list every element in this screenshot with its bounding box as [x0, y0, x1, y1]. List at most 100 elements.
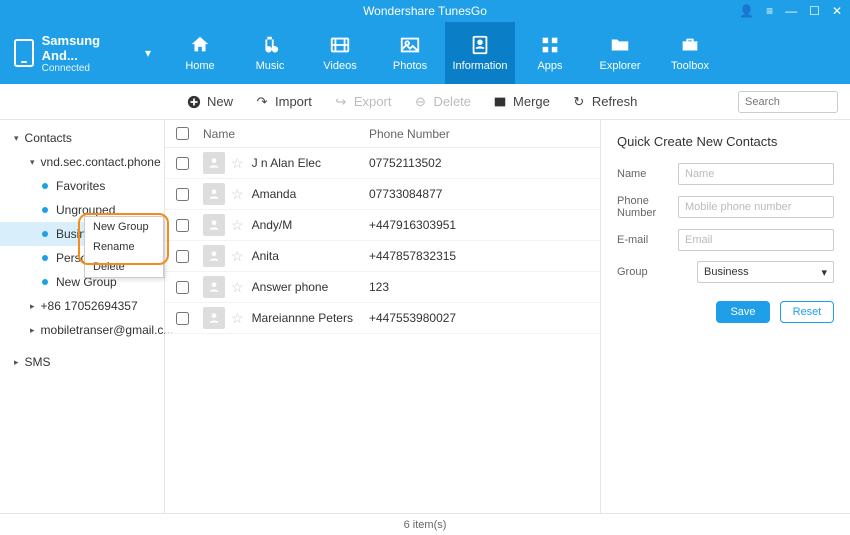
- star-icon[interactable]: ☆: [231, 248, 244, 265]
- star-icon[interactable]: ☆: [231, 155, 244, 172]
- col-phone-header[interactable]: Phone Number: [369, 127, 600, 141]
- group-value: Business: [704, 266, 749, 278]
- row-checkbox[interactable]: [176, 219, 189, 232]
- tab-home[interactable]: Home: [165, 22, 235, 84]
- phone-icon: [14, 39, 34, 67]
- ctx-delete[interactable]: Delete: [85, 257, 163, 277]
- delete-button[interactable]: ⊖ Delete: [413, 94, 471, 109]
- import-button[interactable]: ↷Import: [255, 94, 312, 109]
- refresh-icon: ↻: [572, 95, 586, 109]
- maximize-icon[interactable]: ☐: [809, 4, 820, 18]
- chevron-right-icon: ▸: [30, 301, 35, 312]
- avatar-icon: [203, 245, 225, 267]
- export-button[interactable]: ↪Export: [334, 94, 392, 109]
- select-all-checkbox[interactable]: [176, 127, 189, 140]
- row-checkbox[interactable]: [176, 188, 189, 201]
- sidebar-label: +86 17052694357: [41, 299, 138, 313]
- phone-field[interactable]: [678, 196, 834, 218]
- star-icon[interactable]: ☆: [231, 279, 244, 296]
- avatar-icon: [203, 183, 225, 205]
- tool-label: Refresh: [592, 94, 638, 109]
- user-icon[interactable]: 👤: [739, 4, 754, 18]
- table-row[interactable]: ☆ Mareiannne Peters +447553980027: [165, 303, 600, 334]
- header: Samsung And... Connected ▾ Home Music Vi…: [0, 22, 850, 84]
- tab-label: Apps: [537, 60, 562, 72]
- avatar-icon: [203, 276, 225, 298]
- import-icon: ↷: [255, 95, 269, 109]
- device-selector[interactable]: Samsung And... Connected ▾: [0, 22, 165, 84]
- tab-toolbox[interactable]: Toolbox: [655, 22, 725, 84]
- search-input[interactable]: [745, 96, 850, 108]
- bullet-icon: [42, 279, 48, 285]
- sidebar-email-account[interactable]: ▸mobiletranser@gmail.c...: [0, 318, 164, 342]
- row-checkbox[interactable]: [176, 250, 189, 263]
- contact-phone: +447916303951: [369, 218, 456, 232]
- sidebar-item-favorites[interactable]: Favorites: [0, 174, 164, 198]
- ctx-rename[interactable]: Rename: [85, 237, 163, 257]
- toolbar: New ↷Import ↪Export ⊖ Delete Merge ↻ Refre…: [0, 84, 850, 120]
- photos-icon: [397, 34, 423, 56]
- tab-apps[interactable]: Apps: [515, 22, 585, 84]
- sidebar-sms[interactable]: ▸SMS: [0, 350, 164, 374]
- save-button[interactable]: Save: [716, 301, 770, 323]
- refresh-button[interactable]: ↻ Refresh: [572, 94, 638, 109]
- device-name: Samsung And...: [42, 33, 137, 63]
- titlebar: Wondershare TunesGo 👤 ≡ — ☐ ✕: [0, 0, 850, 22]
- sidebar: ▾Contacts ▾vnd.sec.contact.phone Favorit…: [0, 120, 165, 513]
- tool-label: Export: [354, 94, 392, 109]
- plus-icon: [187, 95, 201, 109]
- tool-label: Delete: [433, 94, 471, 109]
- bullet-icon: [42, 183, 48, 189]
- nav-tabs: Home Music Videos Photos Information App…: [165, 22, 850, 84]
- avatar-icon: [203, 307, 225, 329]
- name-label: Name: [617, 168, 678, 180]
- star-icon[interactable]: ☆: [231, 217, 244, 234]
- table-row[interactable]: ☆ Answer phone 123: [165, 272, 600, 303]
- tab-explorer[interactable]: Explorer: [585, 22, 655, 84]
- table-row[interactable]: ☆ Anita +447857832315: [165, 241, 600, 272]
- tab-videos[interactable]: Videos: [305, 22, 375, 84]
- minimize-icon[interactable]: —: [785, 4, 797, 18]
- device-status: Connected: [42, 63, 137, 74]
- table-row[interactable]: ☆ J n Alan Elec 07752113502: [165, 148, 600, 179]
- contact-phone: +447553980027: [369, 311, 456, 325]
- tab-label: Photos: [393, 60, 427, 72]
- group-label: Group: [617, 266, 697, 278]
- avatar-icon: [203, 152, 225, 174]
- row-checkbox[interactable]: [176, 157, 189, 170]
- tab-information[interactable]: Information: [445, 22, 515, 84]
- contact-phone: 07752113502: [369, 156, 442, 170]
- sidebar-label: Ungrouped: [56, 203, 115, 217]
- row-checkbox[interactable]: [176, 312, 189, 325]
- ctx-new-group[interactable]: New Group: [85, 217, 163, 237]
- email-field[interactable]: [678, 229, 834, 251]
- chevron-down-icon[interactable]: ▾: [145, 46, 151, 60]
- main: ▾Contacts ▾vnd.sec.contact.phone Favorit…: [0, 120, 850, 513]
- star-icon[interactable]: ☆: [231, 186, 244, 203]
- search-box[interactable]: 🔍: [738, 91, 838, 113]
- tab-music[interactable]: Music: [235, 22, 305, 84]
- table-row[interactable]: ☆ Amanda 07733084877: [165, 179, 600, 210]
- merge-button[interactable]: Merge: [493, 94, 550, 109]
- sidebar-account[interactable]: ▾vnd.sec.contact.phone: [0, 150, 164, 174]
- star-icon[interactable]: ☆: [231, 310, 244, 327]
- group-select[interactable]: Business ▾: [697, 261, 834, 283]
- sidebar-phone-account[interactable]: ▸ +86 17052694357: [0, 294, 164, 318]
- tab-label: Music: [256, 60, 285, 72]
- reset-button[interactable]: Reset: [780, 301, 834, 323]
- menu-icon[interactable]: ≡: [766, 4, 773, 18]
- sidebar-contacts[interactable]: ▾Contacts: [0, 126, 164, 150]
- row-checkbox[interactable]: [176, 281, 189, 294]
- col-name-header[interactable]: Name: [199, 127, 369, 141]
- tab-label: Videos: [323, 60, 356, 72]
- close-icon[interactable]: ✕: [832, 4, 842, 18]
- name-field[interactable]: [678, 163, 834, 185]
- videos-icon: [327, 34, 353, 56]
- new-button[interactable]: New: [187, 94, 233, 109]
- table-row[interactable]: ☆ Andy/M +447916303951: [165, 210, 600, 241]
- contact-name: Andy/M: [252, 218, 293, 232]
- tab-label: Explorer: [600, 60, 641, 72]
- delete-icon: ⊖: [413, 95, 427, 109]
- chevron-down-icon: ▾: [821, 266, 827, 279]
- tab-photos[interactable]: Photos: [375, 22, 445, 84]
